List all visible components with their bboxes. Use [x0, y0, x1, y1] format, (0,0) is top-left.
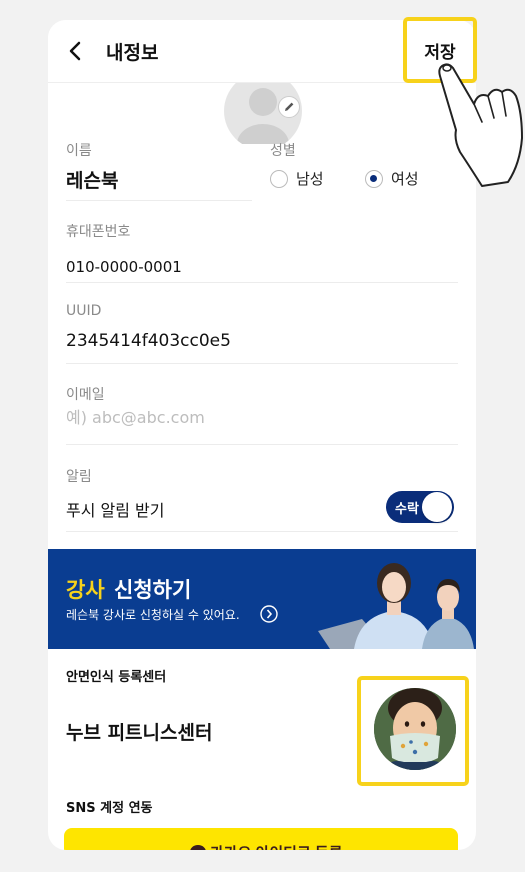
- gender-option-male-label: 남성: [296, 170, 324, 188]
- name-label: 이름: [66, 143, 92, 159]
- fitness-center-name: 누브 피트니스센터: [66, 722, 213, 744]
- kakao-register-button[interactable]: 카카오 아이디로 등록: [64, 828, 458, 850]
- child-photo: [374, 688, 456, 770]
- toggle-knob: [422, 492, 452, 522]
- email-label: 이메일: [66, 387, 105, 403]
- uuid-label: UUID: [66, 303, 102, 319]
- banner-subtitle: 레슨북 강사로 신청하실 수 있어요.: [66, 608, 240, 622]
- banner-title-highlight: 강사: [66, 578, 105, 602]
- push-notification-toggle[interactable]: 수락: [386, 491, 454, 523]
- phone-value[interactable]: 010-0000-0001: [66, 258, 182, 276]
- sns-link-label: SNS 계정 연동: [66, 801, 153, 816]
- page-title: 내정보: [106, 42, 159, 64]
- radio-male-icon: [270, 169, 288, 188]
- divider: [66, 282, 458, 283]
- uuid-value: 2345414f403cc0e5: [66, 331, 231, 351]
- pencil-icon: [285, 102, 294, 111]
- gender-option-female-label: 여성: [391, 170, 419, 188]
- divider: [66, 363, 458, 364]
- notification-label: 알림: [66, 469, 92, 485]
- kakao-talk-icon: [190, 845, 206, 850]
- radio-female-selected-icon: [365, 169, 383, 188]
- toggle-label: 수락: [395, 502, 419, 517]
- gender-option-male[interactable]: 남성: [270, 168, 324, 189]
- banner-title: 신청하기: [114, 578, 192, 602]
- name-value[interactable]: 레슨북: [66, 166, 118, 193]
- email-field[interactable]: [66, 408, 436, 427]
- pointing-hand-icon: [438, 63, 523, 187]
- divider: [66, 531, 458, 532]
- back-arrow-icon[interactable]: [64, 39, 88, 63]
- gender-label: 성별: [270, 143, 296, 159]
- divider: [66, 444, 458, 445]
- phone-label: 휴대폰번호: [66, 224, 131, 240]
- gender-option-female[interactable]: 여성: [365, 168, 419, 189]
- chevron-right-circle-icon: [260, 605, 278, 623]
- push-notification-label: 푸시 알림 받기: [66, 501, 165, 520]
- face-photo[interactable]: [374, 688, 456, 770]
- instructors-illustration: [318, 563, 474, 649]
- phone-screen: 내정보 저장 이름 레슨북 성별 남성 여성 휴대폰번호 010-0000-00…: [48, 20, 476, 850]
- kakao-register-label: 카카오 아이디로 등록: [210, 842, 343, 850]
- divider: [66, 200, 252, 201]
- app-header: 내정보 저장: [48, 20, 476, 83]
- face-registration-label: 안면인식 등록센터: [66, 670, 167, 685]
- avatar-edit-button[interactable]: [278, 96, 300, 118]
- instructor-apply-banner[interactable]: 강사 신청하기 레슨북 강사로 신청하실 수 있어요.: [48, 549, 476, 649]
